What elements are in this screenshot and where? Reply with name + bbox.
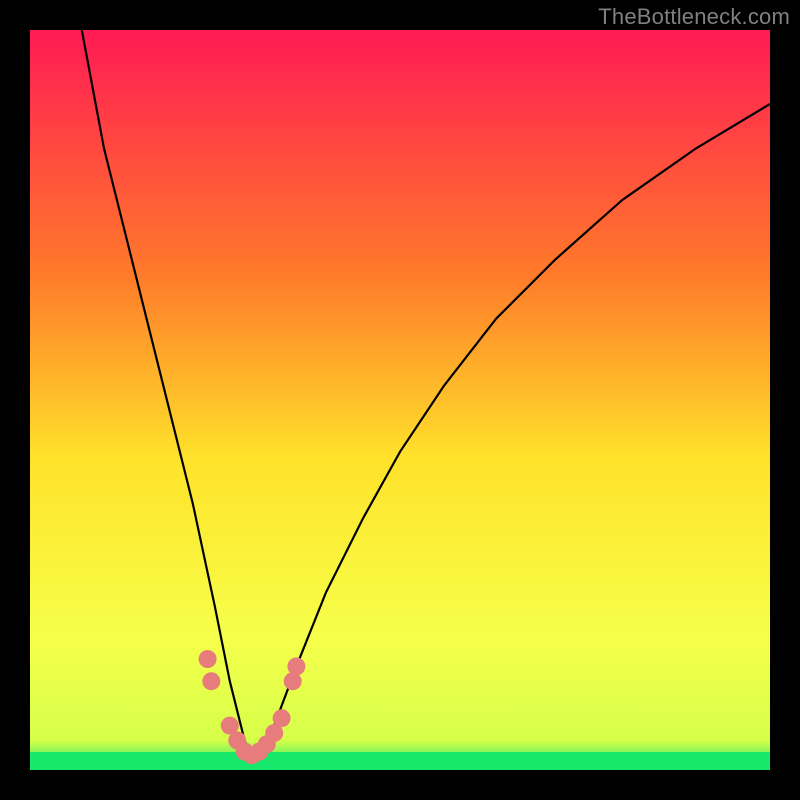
gradient-background xyxy=(30,30,770,770)
plot-area xyxy=(30,30,770,770)
watermark-text: TheBottleneck.com xyxy=(598,4,790,30)
chart-svg xyxy=(30,30,770,770)
chart-frame: TheBottleneck.com xyxy=(0,0,800,800)
green-band xyxy=(30,752,770,770)
marker-dot xyxy=(287,657,305,675)
marker-dot xyxy=(199,650,217,668)
marker-dot xyxy=(202,672,220,690)
marker-dot xyxy=(273,709,291,727)
